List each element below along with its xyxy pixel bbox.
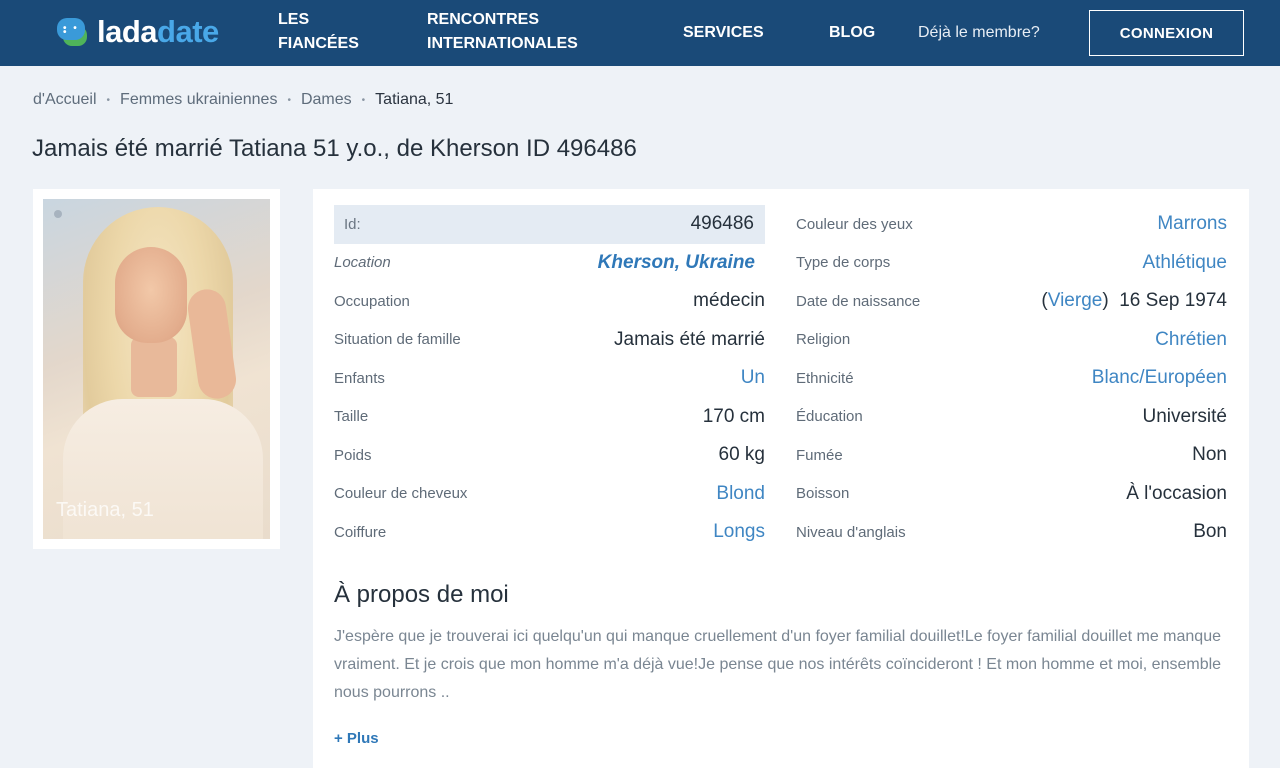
- breadcrumb-separator: •: [106, 94, 111, 106]
- detail-label: Religion: [796, 331, 851, 349]
- detail-row-weight: Poids 60 kg: [334, 436, 765, 475]
- profile-photo[interactable]: Tatiana, 51: [43, 199, 270, 539]
- detail-value: À l'occasion: [1126, 482, 1227, 504]
- nav-intl-line2: INTERNATIONALES: [427, 35, 578, 52]
- detail-label: Fumée: [796, 446, 843, 464]
- children-link[interactable]: Un: [741, 367, 765, 389]
- zodiac-link[interactable]: Vierge: [1048, 290, 1103, 311]
- detail-label: Éducation: [796, 408, 863, 426]
- detail-label: Situation de famille: [334, 331, 461, 349]
- detail-row-marital-status: Situation de famille Jamais été marrié: [334, 321, 765, 360]
- detail-value: médecin: [693, 290, 765, 312]
- detail-label: Niveau d'anglais: [796, 523, 906, 541]
- profile-details-right: Couleur des yeux Marrons Type de corps A…: [796, 205, 1227, 552]
- detail-row-hair-color: Couleur de cheveux Blond: [334, 475, 765, 514]
- breadcrumb-ladies[interactable]: Dames: [301, 91, 352, 109]
- breadcrumb-separator: •: [287, 94, 291, 106]
- detail-row-height: Taille 170 cm: [334, 398, 765, 437]
- body-type-link[interactable]: Athlétique: [1142, 252, 1227, 274]
- detail-row-hairstyle: Coiffure Longs: [334, 513, 765, 552]
- ethnicity-link[interactable]: Blanc/Européen: [1092, 367, 1227, 389]
- detail-row-smoking: Fumée Non: [796, 436, 1227, 475]
- birth-date-value: (Vierge) 16 Sep 1974: [1041, 290, 1227, 312]
- detail-value: 170 cm: [702, 405, 765, 427]
- detail-row-drinking: Boisson À l'occasion: [796, 475, 1227, 514]
- detail-row-religion: Religion Chrétien: [796, 321, 1227, 360]
- detail-row-location: Location Kherson, Ukraine: [334, 244, 765, 283]
- detail-value: Jamais été marrié: [614, 328, 765, 350]
- chat-bubble-icon: • • •: [57, 16, 89, 48]
- detail-value: Non: [1192, 444, 1227, 466]
- detail-row-birth-date: Date de naissance (Vierge) 16 Sep 1974: [796, 282, 1227, 321]
- detail-row-occupation: Occupation médecin: [334, 282, 765, 321]
- more-button[interactable]: + Plus: [334, 730, 379, 747]
- detail-label: Enfants: [334, 369, 385, 387]
- hair-color-link[interactable]: Blond: [716, 483, 765, 505]
- breadcrumb-separator: •: [361, 94, 366, 106]
- about-text: J'espère que je trouverai ici quelqu'un …: [334, 628, 1222, 701]
- online-status-dot: [54, 210, 62, 218]
- detail-value: Bon: [1193, 521, 1227, 543]
- profile-photo-card: Tatiana, 51: [33, 189, 280, 549]
- nav-intl-line1: RENCONTRES: [427, 11, 540, 28]
- breadcrumb-current: Tatiana, 51: [375, 91, 454, 108]
- detail-row-english-level: Niveau d'anglais Bon: [796, 513, 1227, 552]
- detail-label: Ethnicité: [796, 369, 854, 387]
- profile-info-panel: Id: 496486 Location Kherson, Ukraine Occ…: [313, 189, 1249, 768]
- detail-row-children: Enfants Un: [334, 359, 765, 398]
- detail-value: 60 kg: [718, 444, 765, 466]
- detail-label: Date de naissance: [796, 292, 921, 310]
- birth-date: 16 Sep 1974: [1119, 290, 1227, 312]
- detail-label: Location: [334, 254, 391, 272]
- location-link[interactable]: Kherson, Ukraine: [598, 252, 755, 274]
- detail-value: Université: [1142, 405, 1227, 427]
- logo-text: ladadate: [97, 14, 219, 49]
- top-header: • • • ladadate LES FIANCÉES RENCONTRES I…: [0, 0, 1280, 66]
- detail-row-ethnicity: Ethnicité Blanc/Européen: [796, 359, 1227, 398]
- detail-label: Couleur de cheveux: [334, 485, 468, 503]
- nav-les-fiancees[interactable]: LES FIANCÉES: [278, 8, 359, 56]
- detail-label: Poids: [334, 446, 372, 464]
- detail-label: Couleur des yeux: [796, 215, 913, 233]
- detail-label: Id:: [344, 215, 361, 233]
- photo-caption: Tatiana, 51: [56, 499, 154, 521]
- nav-les-fiancees-line1: LES: [278, 11, 310, 28]
- religion-link[interactable]: Chrétien: [1155, 329, 1227, 351]
- detail-label: Taille: [334, 408, 369, 426]
- nav-rencontres-internationales[interactable]: RENCONTRES INTERNATIONALES: [427, 8, 578, 56]
- profile-details-left: Id: 496486 Location Kherson, Ukraine Occ…: [334, 205, 765, 552]
- detail-label: Occupation: [334, 292, 410, 310]
- hairstyle-link[interactable]: Longs: [713, 521, 765, 543]
- member-prompt: Déjà le membre?: [918, 24, 1040, 41]
- breadcrumb: d'Accueil • Femmes ukrainiennes • Dames …: [33, 91, 453, 109]
- eye-color-link[interactable]: Marrons: [1157, 213, 1227, 235]
- login-button[interactable]: CONNEXION: [1089, 10, 1244, 56]
- detail-row-education: Éducation Université: [796, 398, 1227, 437]
- page-title: Jamais été marrié Tatiana 51 y.o., de Kh…: [32, 135, 637, 162]
- detail-label: Type de corps: [796, 254, 891, 272]
- breadcrumb-ukrainian-women[interactable]: Femmes ukrainiennes: [120, 91, 277, 109]
- nav-services[interactable]: SERVICES: [683, 21, 764, 45]
- detail-label: Boisson: [796, 485, 850, 503]
- detail-label: Coiffure: [334, 523, 387, 541]
- detail-value: 496486: [690, 213, 754, 235]
- about-title: À propos de moi: [334, 581, 509, 608]
- detail-row-body-type: Type de corps Athlétique: [796, 244, 1227, 283]
- nav-les-fiancees-line2: FIANCÉES: [278, 35, 359, 52]
- nav-blog[interactable]: BLOG: [829, 21, 875, 45]
- detail-row-eye-color: Couleur des yeux Marrons: [796, 205, 1227, 244]
- detail-row-id: Id: 496486: [334, 205, 765, 244]
- site-logo[interactable]: • • • ladadate: [57, 14, 219, 50]
- breadcrumb-home[interactable]: d'Accueil: [33, 91, 97, 109]
